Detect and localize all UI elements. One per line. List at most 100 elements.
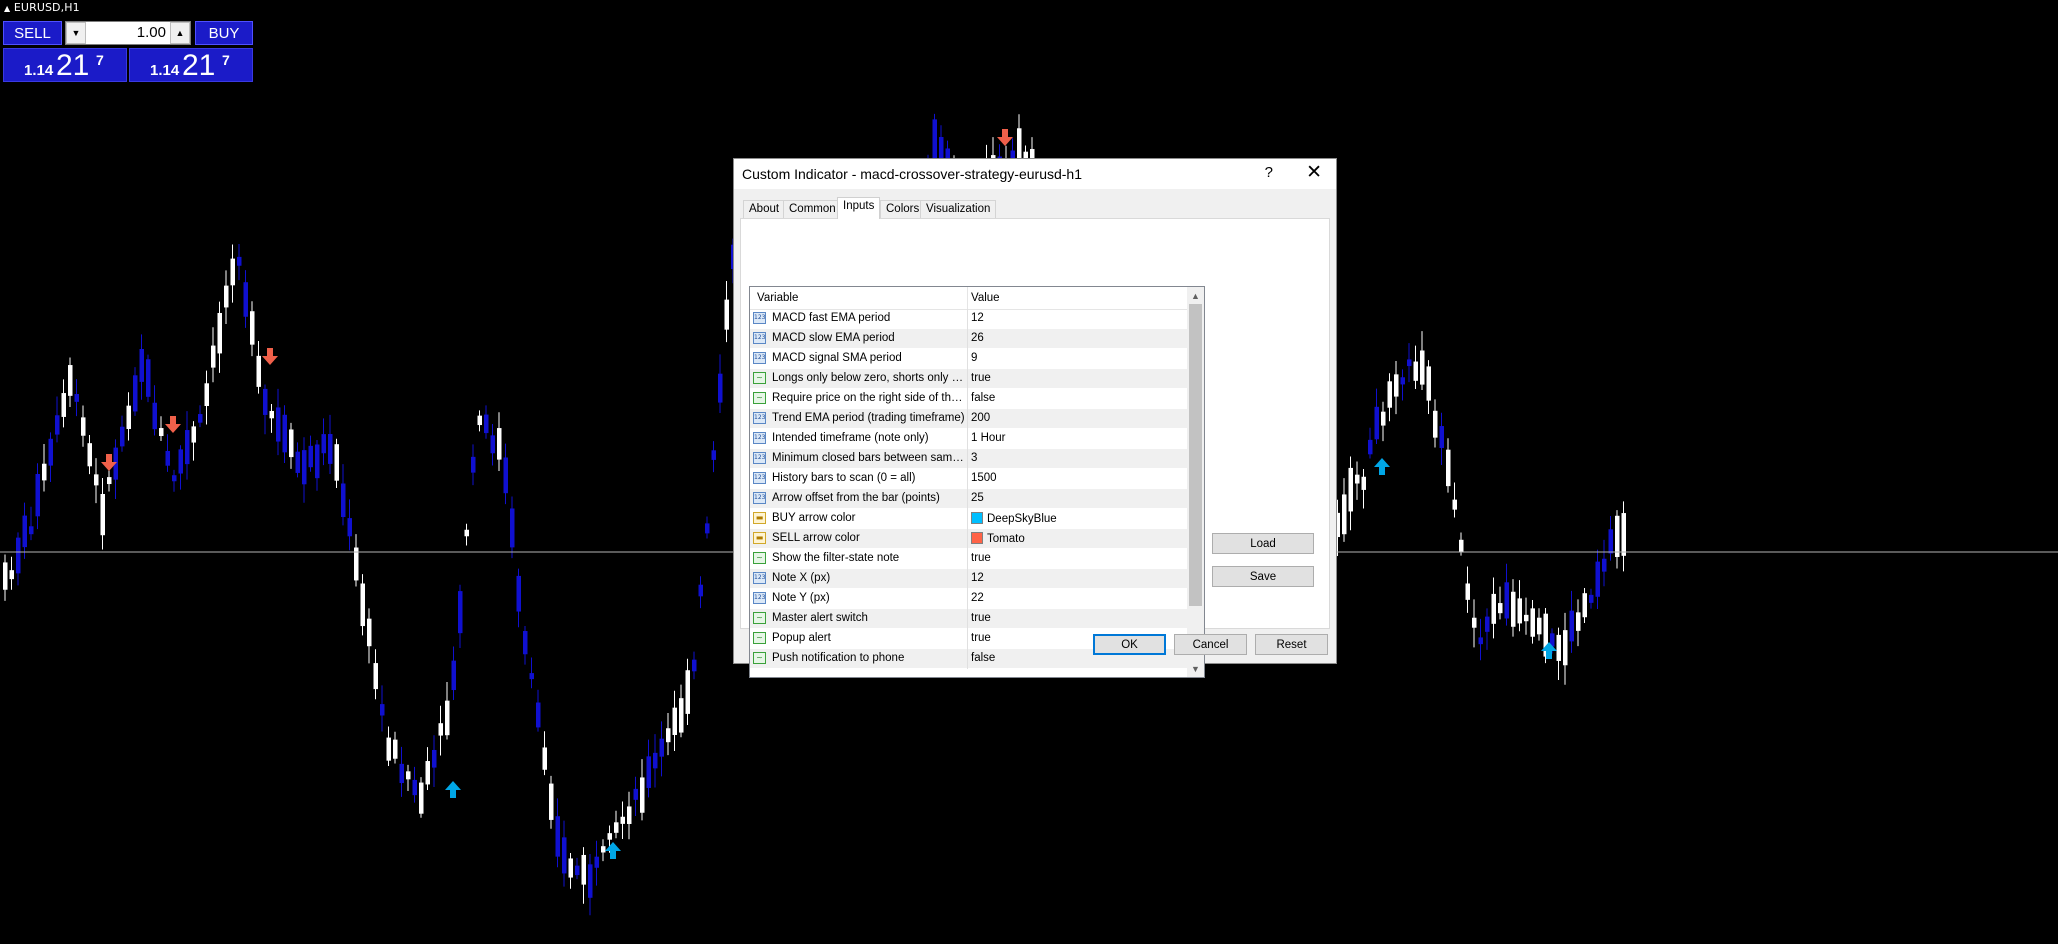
input-value-cell[interactable]: 12	[971, 312, 984, 324]
input-row[interactable]: 123 Trend EMA period (trading timeframe) 2…	[750, 409, 1187, 429]
input-value-cell[interactable]: true	[971, 372, 991, 384]
input-row[interactable]: ~ Require price on the right side of the …	[750, 389, 1187, 409]
column-header-variable[interactable]: Variable	[757, 292, 798, 304]
candle-body	[451, 660, 456, 691]
numeric-type-icon: 123	[753, 412, 766, 424]
candle-body	[627, 806, 632, 824]
symbol-text: EURUSD,H1	[13, 1, 80, 14]
input-row[interactable]: 123 Note X (px) 12	[750, 569, 1187, 589]
numeric-type-icon: 123	[753, 592, 766, 604]
load-button[interactable]: Load	[1212, 533, 1314, 554]
boolean-type-icon: ~	[753, 652, 766, 664]
column-divider[interactable]	[967, 287, 968, 309]
sell-price[interactable]: 1.14 21 7	[3, 48, 127, 82]
help-icon[interactable]: ?	[1265, 164, 1273, 181]
buy-button[interactable]: BUY	[195, 21, 253, 45]
ok-button[interactable]: OK	[1093, 634, 1166, 655]
input-value-cell[interactable]: 22	[971, 592, 984, 604]
input-value-cell[interactable]: 200	[971, 412, 990, 424]
buy-price[interactable]: 1.14 21 7	[129, 48, 253, 82]
candle-body	[1413, 361, 1418, 381]
candle-body	[1368, 439, 1373, 455]
cell-divider	[967, 329, 968, 349]
candle-body	[1433, 410, 1438, 438]
input-row[interactable]: ▬ BUY arrow color DeepSkyBlue	[750, 509, 1187, 529]
input-value-cell[interactable]: 25	[971, 492, 984, 504]
tab-colors[interactable]: Colors	[880, 200, 926, 218]
input-value-cell[interactable]: false	[971, 652, 995, 664]
input-value-cell[interactable]: true	[971, 552, 991, 564]
input-value-cell[interactable]: true	[971, 632, 991, 644]
color-swatch	[971, 532, 983, 544]
input-row[interactable]: ~ Master alert switch true	[750, 609, 1187, 629]
input-row[interactable]: ▬ SELL arrow color Tomato	[750, 529, 1187, 549]
scroll-down-icon[interactable]: ▼	[1187, 660, 1204, 677]
scroll-thumb[interactable]	[1189, 304, 1202, 606]
input-row[interactable]: ~ Longs only below zero, shorts only ab..…	[750, 369, 1187, 389]
candle-body	[659, 738, 664, 757]
candle-body	[100, 494, 105, 536]
collapse-arrow-icon[interactable]: ▲	[4, 4, 10, 13]
lot-decrease-icon[interactable]: ▼	[66, 22, 86, 44]
input-value-cell[interactable]: 3	[971, 452, 977, 464]
grid-scrollbar[interactable]: ▲ ▼	[1187, 287, 1204, 677]
candle-body	[1420, 350, 1425, 385]
buy-price-prefix: 1.14	[150, 62, 180, 79]
cell-divider	[967, 589, 968, 609]
close-icon[interactable]: ✕	[1306, 161, 1322, 184]
tab-common[interactable]: Common	[783, 200, 842, 218]
candle-body	[16, 537, 21, 574]
tab-visualization[interactable]: Visualization	[920, 200, 997, 218]
candle-body	[1452, 499, 1457, 510]
dialog-titlebar[interactable]: Custom Indicator - macd-crossover-strate…	[734, 159, 1336, 189]
input-value-cell[interactable]: 1 Hour	[971, 432, 1006, 444]
tab-inputs[interactable]: Inputs	[837, 197, 881, 219]
input-row[interactable]: 123 History bars to scan (0 = all) 1500	[750, 469, 1187, 489]
lot-size-input[interactable]: 1.00	[88, 24, 166, 41]
candle-body	[698, 584, 703, 597]
input-value-text: false	[971, 392, 996, 404]
buy-price-fraction: 7	[222, 52, 230, 68]
grid-header: Variable Value	[750, 287, 1187, 310]
input-value-cell[interactable]: Tomato	[971, 532, 1025, 545]
input-value-cell[interactable]: 1500	[971, 472, 997, 484]
lot-increase-icon[interactable]: ▲	[170, 22, 190, 44]
candle-body	[328, 434, 333, 464]
sell-button[interactable]: SELL	[3, 21, 62, 45]
input-value-cell[interactable]: true	[971, 612, 991, 624]
input-value-cell[interactable]: 9	[971, 352, 977, 364]
candle-body	[1459, 539, 1464, 552]
input-row[interactable]: 123 Arrow offset from the bar (points) 25	[750, 489, 1187, 509]
input-value-cell[interactable]: DeepSkyBlue	[971, 512, 1057, 525]
candle-body	[477, 415, 482, 426]
input-row[interactable]: 123 MACD fast EMA period 12	[750, 309, 1187, 329]
input-variable-name: Minimum closed bars between same-si...	[772, 452, 966, 464]
input-row[interactable]: 123 MACD slow EMA period 26	[750, 329, 1187, 349]
input-value-cell[interactable]: 26	[971, 332, 984, 344]
column-header-value[interactable]: Value	[971, 292, 1000, 304]
lot-size-stepper[interactable]: ▼ 1.00 ▲	[65, 21, 191, 45]
cell-divider	[967, 429, 968, 449]
input-row[interactable]: 123 Intended timeframe (note only) 1 Hour	[750, 429, 1187, 449]
inputs-grid[interactable]: Variable Value 123 MACD fast EMA period 12…	[749, 286, 1205, 678]
cell-divider	[967, 649, 968, 669]
input-row[interactable]: 123 Minimum closed bars between same-si..…	[750, 449, 1187, 469]
candle-body	[1621, 513, 1626, 556]
input-row[interactable]: ~ Show the filter-state note true	[750, 549, 1187, 569]
candle-body	[1374, 406, 1379, 440]
input-value-text: 9	[971, 352, 978, 364]
input-row[interactable]: 123 Note Y (px) 22	[750, 589, 1187, 609]
cancel-button[interactable]: Cancel	[1174, 634, 1247, 655]
candle-body	[1387, 381, 1392, 408]
input-value-cell[interactable]: false	[971, 392, 995, 404]
reset-button[interactable]: Reset	[1255, 634, 1328, 655]
input-row[interactable]: 123 MACD signal SMA period 9	[750, 349, 1187, 369]
save-button[interactable]: Save	[1212, 566, 1314, 587]
candle-body	[581, 854, 586, 885]
cell-divider	[967, 409, 968, 429]
candle-body	[165, 450, 170, 466]
tab-about[interactable]: About	[743, 200, 786, 218]
input-value-cell[interactable]: 12	[971, 572, 984, 584]
candle-body	[1381, 411, 1386, 426]
scroll-up-icon[interactable]: ▲	[1187, 287, 1204, 304]
